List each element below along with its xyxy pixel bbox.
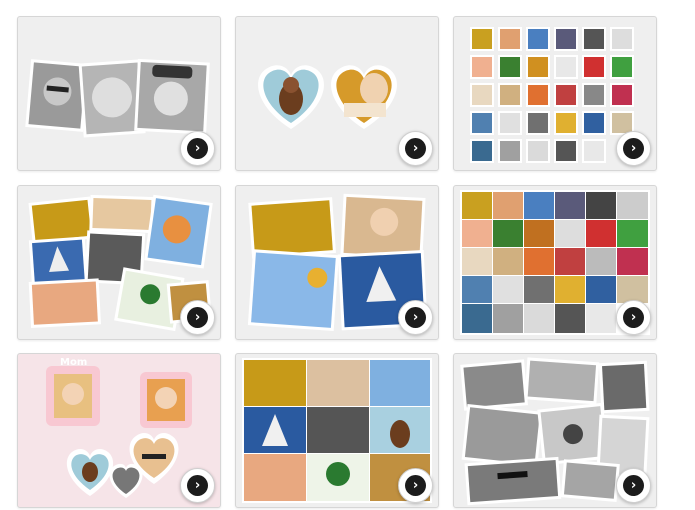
collage-template-card[interactable]: › (235, 353, 439, 508)
collage-template-card[interactable]: › (453, 16, 657, 171)
collage-template-card[interactable]: › (235, 16, 439, 171)
open-template-button[interactable]: › (616, 300, 651, 335)
collage-template-card[interactable]: › (17, 185, 221, 340)
open-template-button[interactable]: › (398, 300, 433, 335)
collage-template-card[interactable]: Mom › (17, 353, 221, 508)
collage-template-card[interactable]: › (453, 185, 657, 340)
chevron-right-icon: › (405, 138, 426, 159)
open-template-button[interactable]: › (180, 300, 215, 335)
open-template-button[interactable]: › (180, 468, 215, 503)
collage-template-card[interactable]: › (17, 16, 221, 171)
open-template-button[interactable]: › (180, 131, 215, 166)
collage-template-card[interactable]: › (235, 185, 439, 340)
chevron-right-icon: › (187, 138, 208, 159)
chevron-right-icon: › (187, 475, 208, 496)
open-template-button[interactable]: › (616, 468, 651, 503)
open-template-button[interactable]: › (616, 131, 651, 166)
chevron-right-icon: › (405, 307, 426, 328)
chevron-right-icon: › (623, 307, 644, 328)
chevron-right-icon: › (405, 475, 426, 496)
chevron-right-icon: › (623, 138, 644, 159)
collage-template-card[interactable]: › (453, 353, 657, 508)
chevron-right-icon: › (623, 475, 644, 496)
chevron-right-icon: › (187, 307, 208, 328)
open-template-button[interactable]: › (398, 131, 433, 166)
open-template-button[interactable]: › (398, 468, 433, 503)
mom-label: Mom (60, 357, 87, 368)
